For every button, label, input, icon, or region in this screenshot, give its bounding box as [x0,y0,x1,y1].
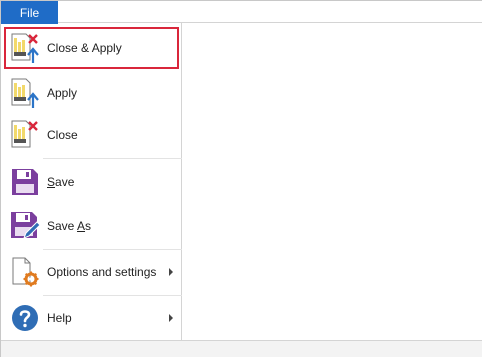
content-pane [182,23,482,340]
close-doc-icon [9,119,41,151]
save-as-icon [9,210,41,242]
menu-separator [43,158,182,159]
menu-item-save[interactable]: Save [1,161,182,203]
status-strip [1,340,482,357]
menu-item-label: Help [47,311,72,325]
menu-item-close[interactable]: Close [1,115,182,155]
file-menu: Close & Apply Apply Close Save Save As O… [1,23,182,340]
menu-item-close-apply[interactable]: Close & Apply [1,27,182,69]
menu-item-label: Close [47,128,78,142]
app-window: File Close & Apply Apply Close Save Save… [0,0,482,357]
menu-item-save-as[interactable]: Save As [1,205,182,247]
menu-item-apply[interactable]: Apply [1,73,182,113]
top-bar [1,1,482,23]
menu-item-label: Apply [47,86,78,100]
menu-separator [43,295,182,296]
help-icon [9,302,41,334]
menu-item-label: Save As [47,219,92,233]
submenu-arrow-icon [169,268,173,276]
options-gear-icon [9,256,41,288]
menu-item-help[interactable]: Help [1,298,182,338]
menu-item-label: Options and settings [47,265,157,279]
file-tab[interactable]: File [1,1,58,24]
menu-item-label: Close & Apply [47,41,122,55]
menu-separator [43,249,182,250]
close-apply-icon [9,32,41,64]
menu-item-label: Save [47,175,75,189]
save-icon [9,166,41,198]
submenu-arrow-icon [169,314,173,322]
menu-item-options[interactable]: Options and settings [1,251,182,293]
apply-icon [9,77,41,109]
